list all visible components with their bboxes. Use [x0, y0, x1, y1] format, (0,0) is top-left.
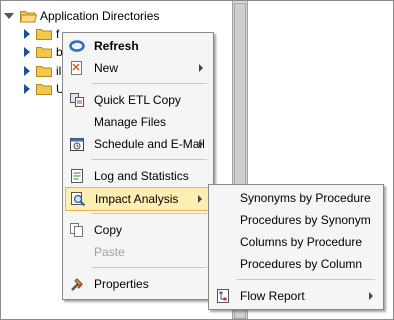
properties-icon	[69, 276, 85, 292]
menu-item-log-statistics[interactable]: Log and Statistics	[65, 165, 211, 187]
menu-separator	[237, 279, 375, 280]
submenu-item-procedures-by-synonym[interactable]: Procedures by Synonym	[211, 209, 381, 231]
submenu-arrow-icon	[199, 140, 203, 148]
new-icon	[69, 60, 85, 76]
menu-separator	[91, 267, 207, 268]
tree-item-label[interactable]: il	[56, 64, 61, 78]
schedule-icon	[69, 136, 85, 152]
flow-report-icon	[215, 288, 231, 304]
tree-item[interactable]: f	[24, 25, 59, 43]
folder-icon	[36, 65, 52, 77]
log-statistics-icon	[69, 168, 85, 184]
impact-analysis-submenu: Synonyms by Procedure Procedures by Syno…	[208, 184, 384, 310]
tree-item[interactable]: il	[24, 62, 61, 80]
tree-item-label[interactable]: f	[56, 27, 59, 41]
submenu-arrow-icon	[199, 64, 203, 72]
tree-root-node[interactable]: Application Directories	[4, 7, 159, 25]
menu-item-schedule-email[interactable]: Schedule and E-Mail	[65, 133, 211, 155]
refresh-icon	[69, 38, 85, 54]
submenu-item-procedures-by-column[interactable]: Procedures by Column	[211, 253, 381, 275]
menu-separator	[91, 159, 207, 160]
folder-icon	[36, 28, 52, 40]
submenu-item-columns-by-procedure[interactable]: Columns by Procedure	[211, 231, 381, 253]
menu-item-paste: Paste	[94, 245, 125, 259]
menu-item-new[interactable]: New	[65, 57, 211, 79]
etl-copy-icon	[69, 92, 85, 108]
context-menu: Refresh New Quick ETL Copy Manage Files …	[62, 32, 214, 300]
submenu-item-synonyms-by-procedure[interactable]: Synonyms by Procedure	[211, 187, 381, 209]
collapse-arrow-icon[interactable]	[4, 13, 14, 19]
folder-open-icon	[20, 10, 37, 23]
folder-icon	[36, 83, 52, 95]
menu-item-copy[interactable]: Copy	[65, 219, 211, 241]
submenu-arrow-icon	[198, 195, 202, 203]
tree-root-label[interactable]: Application Directories	[40, 9, 159, 23]
menu-item-properties[interactable]: Properties	[65, 273, 211, 295]
expand-arrow-icon[interactable]	[24, 84, 30, 94]
expand-arrow-icon[interactable]	[24, 66, 30, 76]
menu-item-quick-etl-copy[interactable]: Quick ETL Copy	[65, 89, 211, 111]
menu-item-manage-files[interactable]: Manage Files	[65, 111, 211, 133]
menu-item-refresh[interactable]: Refresh	[65, 35, 211, 57]
tree-item[interactable]: U	[24, 80, 65, 98]
submenu-arrow-icon	[369, 292, 373, 300]
expand-arrow-icon[interactable]	[24, 47, 30, 57]
submenu-item-flow-report[interactable]: Flow Report	[211, 285, 381, 307]
folder-icon	[36, 46, 52, 58]
impact-analysis-icon	[70, 191, 86, 207]
expand-arrow-icon[interactable]	[24, 29, 30, 39]
menu-separator	[91, 83, 207, 84]
tree-item[interactable]: b	[24, 43, 63, 61]
menu-item-impact-analysis[interactable]: Impact Analysis	[65, 187, 211, 211]
copy-icon	[69, 222, 85, 238]
menu-separator	[91, 213, 207, 214]
